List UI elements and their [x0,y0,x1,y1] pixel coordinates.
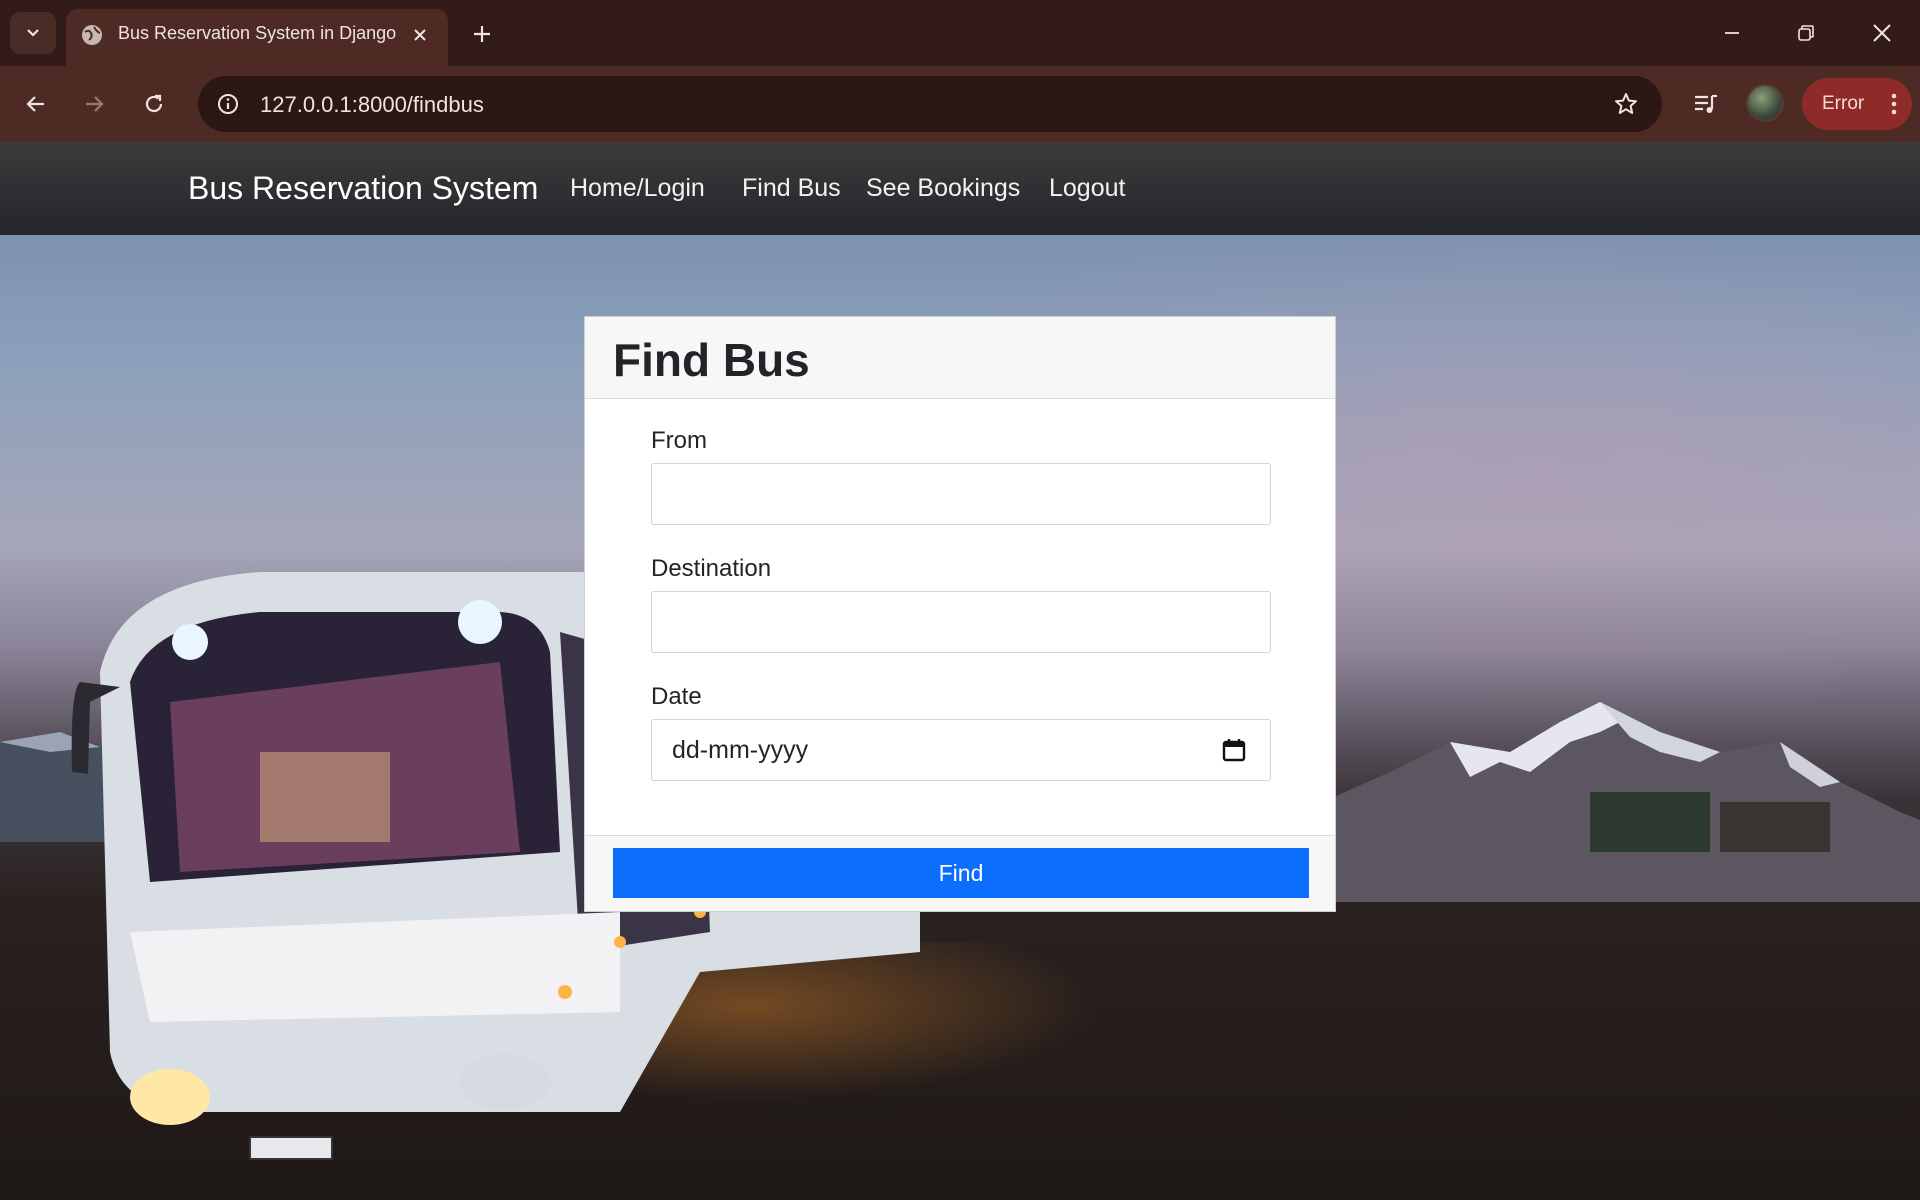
nav-link-see-bookings[interactable]: See Bookings [866,174,1020,203]
browser-tab-active[interactable]: Bus Reservation System in Django [66,9,448,66]
site-navbar: Bus Reservation System Home/Login Find B… [0,142,1920,235]
reload-icon [145,94,163,113]
chevron-down-icon [27,29,39,37]
globe-icon [82,25,102,45]
date-placeholder: dd-mm-yyyy [672,736,809,764]
site-info-button[interactable] [212,88,244,120]
destination-input[interactable] [651,591,1271,653]
forward-button[interactable] [72,82,116,126]
arrow-left-icon [26,96,44,112]
new-tab-button[interactable] [462,14,502,54]
site-brand[interactable]: Bus Reservation System [188,170,538,207]
tab-title: Bus Reservation System in Django [118,23,397,43]
close-icon [414,29,426,41]
media-control-button[interactable] [1686,84,1726,124]
browser-toolbar: 127.0.0.1:8000/findbus Error [0,66,1920,142]
date-input[interactable]: dd-mm-yyyy [651,719,1271,781]
page-title: Find Bus [613,334,810,386]
nav-link-logout[interactable]: Logout [1049,174,1125,203]
tab-close-button[interactable] [404,19,436,51]
card-header: Find Bus [585,317,1335,399]
playlist-music-icon [1695,94,1717,113]
reload-button[interactable] [132,82,176,126]
error-button[interactable]: Error [1802,78,1912,130]
date-label: Date [651,683,702,710]
find-bus-card: Find Bus From Destination Date dd-mm-yyy… [584,316,1336,912]
info-icon [218,94,238,114]
close-icon [1873,24,1891,42]
address-bar[interactable]: 127.0.0.1:8000/findbus [198,76,1662,132]
minimize-button[interactable] [1702,8,1762,58]
close-window-button[interactable] [1852,8,1912,58]
nav-link-find-bus[interactable]: Find Bus [742,174,841,203]
tab-search-button[interactable] [10,12,56,54]
star-icon [1615,93,1637,114]
mountain-illustration [1300,702,1920,902]
more-vertical-icon [1891,93,1897,115]
minimize-icon [1725,32,1739,34]
profile-avatar[interactable] [1746,84,1784,122]
back-button[interactable] [14,82,58,126]
arrow-right-icon [86,96,104,112]
calendar-icon[interactable] [1220,736,1248,764]
url-text: 127.0.0.1:8000/findbus [260,92,484,117]
destination-label: Destination [651,555,772,582]
nav-link-home-login[interactable]: Home/Login [570,174,705,203]
restore-button[interactable] [1776,8,1836,58]
card-footer: Find [585,835,1335,911]
from-label: From [651,427,707,454]
find-button[interactable]: Find [613,848,1309,898]
plus-icon [474,26,490,42]
error-label: Error [1822,93,1865,114]
from-input[interactable] [651,463,1271,525]
restore-icon [1798,25,1814,41]
web-page: Bus Reservation System Home/Login Find B… [0,142,1920,1200]
browser-tabstrip: Bus Reservation System in Django [0,0,1920,66]
bookmark-button[interactable] [1610,88,1642,120]
